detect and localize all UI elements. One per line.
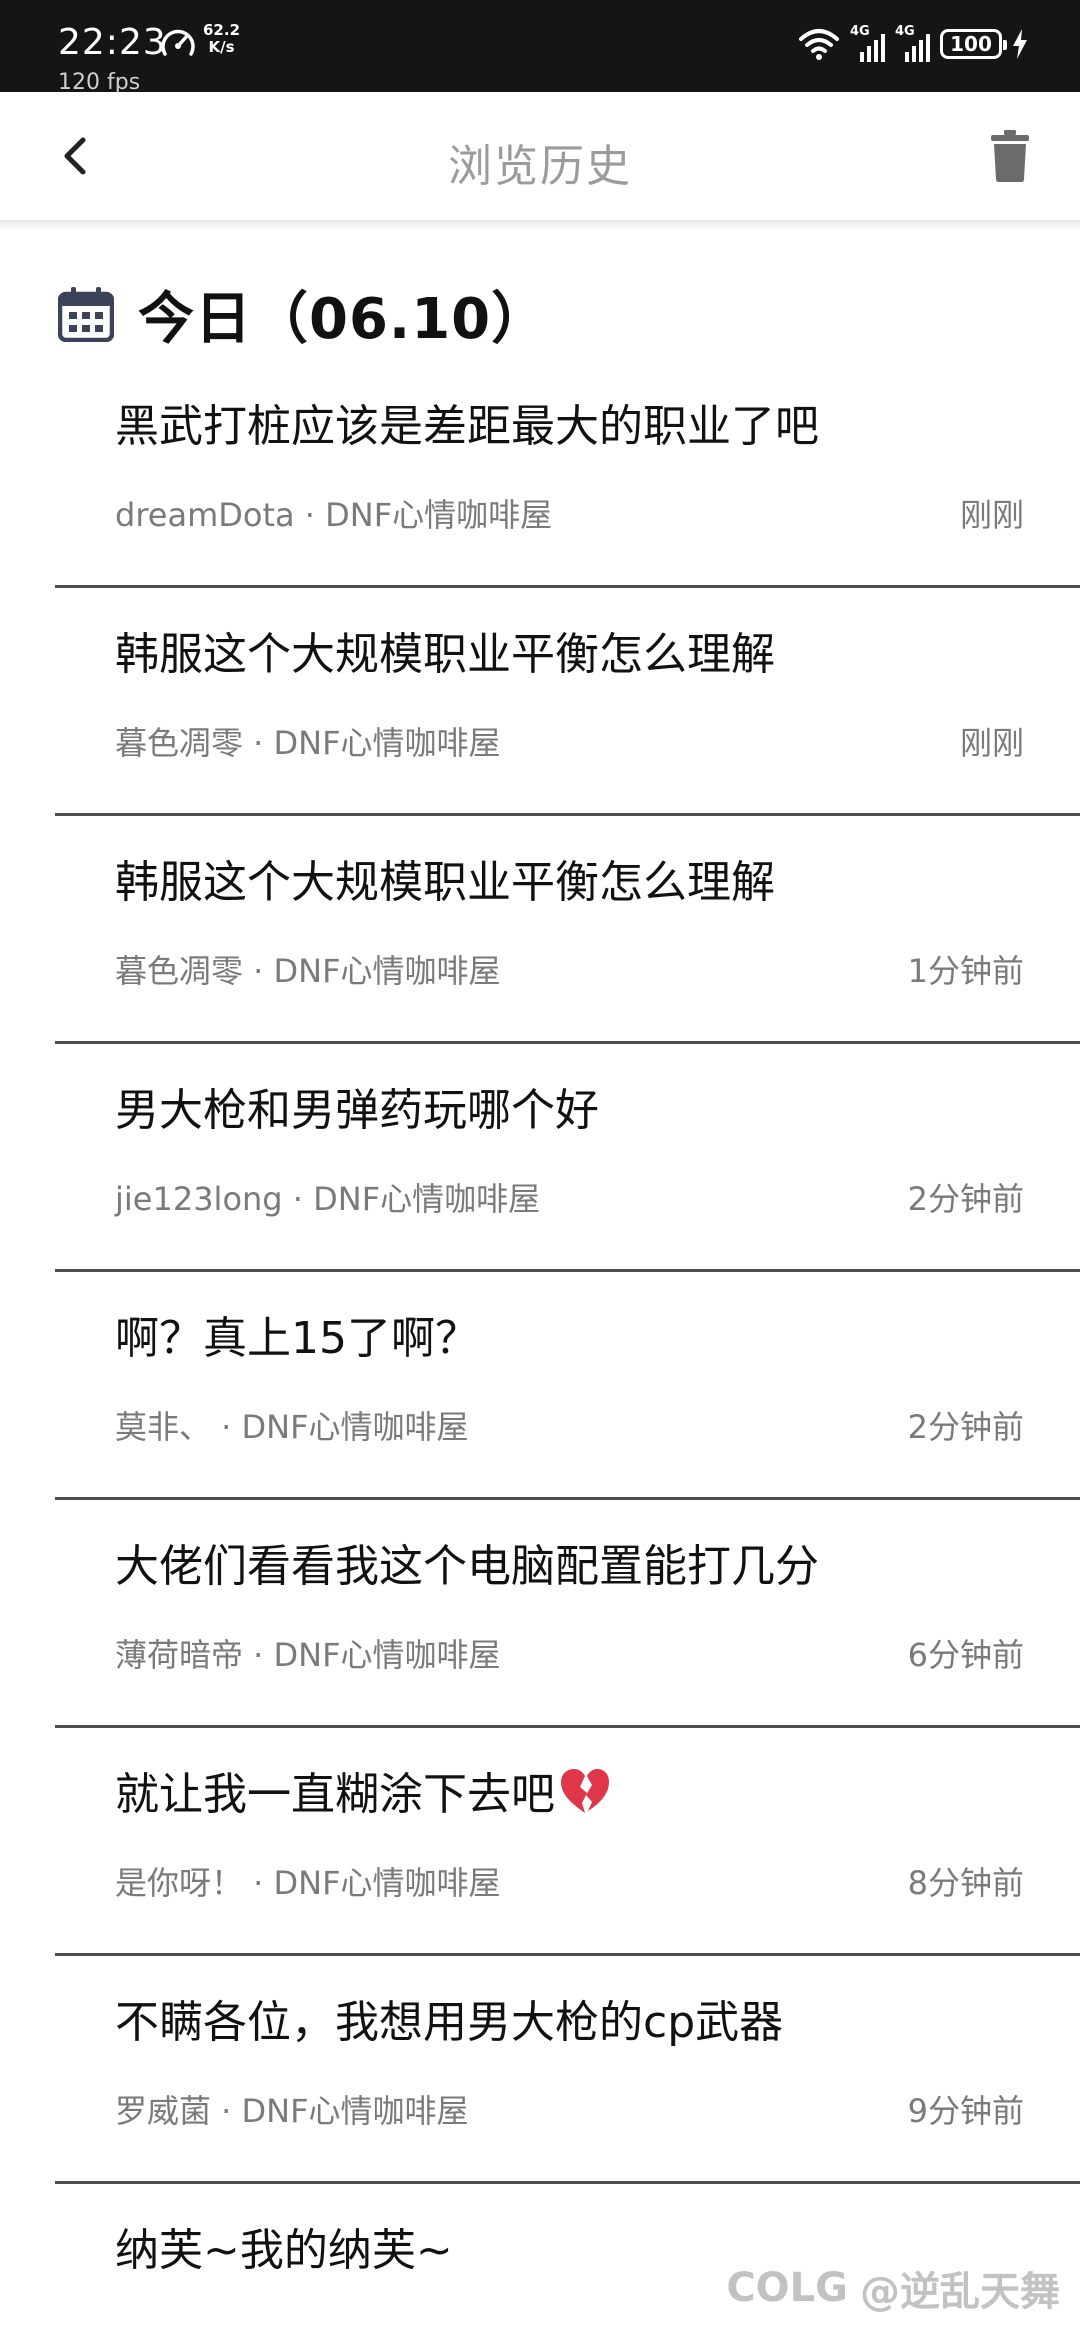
watermark: COLG @逆乱天舞	[726, 2259, 1060, 2317]
status-icons: 4G 4G 100	[798, 24, 1028, 64]
post-meta: 罗威菌 · DNF心情咖啡屋	[115, 2092, 469, 2130]
list-item[interactable]: 男大枪和男弹药玩哪个好 jie123long · DNF心情咖啡屋 2分钟前	[0, 1044, 1080, 1272]
network-type-2: 4G	[895, 24, 915, 39]
post-meta: 薄荷暗帝 · DNF心情咖啡屋	[115, 1636, 501, 1674]
post-meta: jie123long · DNF心情咖啡屋	[115, 1180, 541, 1218]
status-time: 22:23	[58, 22, 167, 63]
history-list: 黑武打桩应该是差距最大的职业了吧 dreamDota · DNF心情咖啡屋 刚刚…	[0, 360, 1080, 2331]
post-meta: 是你呀！ · DNF心情咖啡屋	[115, 1864, 501, 1902]
post-meta: 暮色凋零 · DNF心情咖啡屋	[115, 724, 501, 762]
list-item[interactable]: 大佬们看看我这个电脑配置能打几分 薄荷暗帝 · DNF心情咖啡屋 6分钟前	[0, 1500, 1080, 1728]
signal-icon: 4G	[850, 24, 885, 62]
post-time: 2分钟前	[907, 1180, 1024, 1218]
post-title: 纳芙~我的纳芙~	[115, 2225, 453, 2276]
watermark-user: @逆乱天舞	[860, 2269, 1060, 2315]
list-item[interactable]: 黑武打桩应该是差距最大的职业了吧 dreamDota · DNF心情咖啡屋 刚刚	[0, 360, 1080, 588]
network-type-1: 4G	[850, 24, 870, 39]
section-header: 今日（06.10）	[58, 274, 548, 354]
list-item[interactable]: 不瞒各位，我想用男大枪的cp武器 罗威菌 · DNF心情咖啡屋 9分钟前	[0, 1956, 1080, 2184]
app-header: 浏览历史	[0, 92, 1080, 220]
page-title: 浏览历史	[448, 141, 632, 192]
post-title: 韩服这个大规模职业平衡怎么理解	[115, 629, 775, 680]
battery-level: 100	[950, 32, 992, 56]
network-speed: 62.2 K/s	[203, 22, 240, 56]
post-meta: dreamDota · DNF心情咖啡屋	[115, 496, 553, 534]
signal-icon: 4G	[895, 24, 930, 62]
post-time: 9分钟前	[907, 2092, 1024, 2130]
post-time: 刚刚	[959, 496, 1024, 534]
post-title: 不瞒各位，我想用男大枪的cp武器	[115, 1997, 784, 2048]
network-speed-unit: K/s	[208, 38, 235, 56]
post-time: 8分钟前	[907, 1864, 1024, 1902]
list-item[interactable]: 就让我一直糊涂下去吧 是你呀！ · DNF心情咖啡屋 8分钟前	[0, 1728, 1080, 1956]
battery-icon: 100	[940, 29, 1007, 59]
section-title: 今日（06.10）	[138, 286, 549, 352]
post-title: 啊？真上15了啊？	[115, 1313, 479, 1364]
post-time: 2分钟前	[907, 1408, 1024, 1446]
calendar-icon	[58, 287, 114, 342]
post-meta: 暮色凋零 · DNF心情咖啡屋	[115, 952, 501, 990]
post-title: 就让我一直糊涂下去吧	[115, 1769, 555, 1820]
list-item[interactable]: 韩服这个大规模职业平衡怎么理解 暮色凋零 · DNF心情咖啡屋 刚刚	[0, 588, 1080, 816]
trash-icon	[991, 130, 1029, 182]
post-title: 黑武打桩应该是差距最大的职业了吧	[115, 401, 819, 452]
post-title: 大佬们看看我这个电脑配置能打几分	[115, 1541, 819, 1592]
post-time: 1分钟前	[907, 952, 1024, 990]
header-shadow	[0, 220, 1080, 230]
network-speed-value: 62.2	[203, 21, 241, 39]
watermark-brand: COLG	[726, 2265, 848, 2311]
post-title: 男大枪和男弹药玩哪个好	[115, 1085, 599, 1136]
wifi-icon	[799, 29, 839, 60]
clear-history-button[interactable]	[980, 126, 1040, 186]
post-time: 刚刚	[959, 724, 1024, 762]
list-item[interactable]: 韩服这个大规模职业平衡怎么理解 暮色凋零 · DNF心情咖啡屋 1分钟前	[0, 816, 1080, 1044]
post-meta: 莫非、 · DNF心情咖啡屋	[115, 1408, 469, 1446]
post-title-row: 就让我一直糊涂下去吧	[115, 1758, 611, 1822]
fps-overlay: 120 fps	[58, 70, 141, 92]
status-bar: 22:23 62.2 K/s 120 fps 4G 4G 100	[0, 0, 1080, 92]
charging-icon	[1013, 29, 1027, 59]
broken-heart-icon	[561, 1769, 609, 1813]
post-title: 韩服这个大规模职业平衡怎么理解	[115, 857, 775, 908]
list-item[interactable]: 啊？真上15了啊？ 莫非、 · DNF心情咖啡屋 2分钟前	[0, 1272, 1080, 1500]
post-time: 6分钟前	[907, 1636, 1024, 1674]
speed-gauge-icon	[161, 29, 195, 56]
